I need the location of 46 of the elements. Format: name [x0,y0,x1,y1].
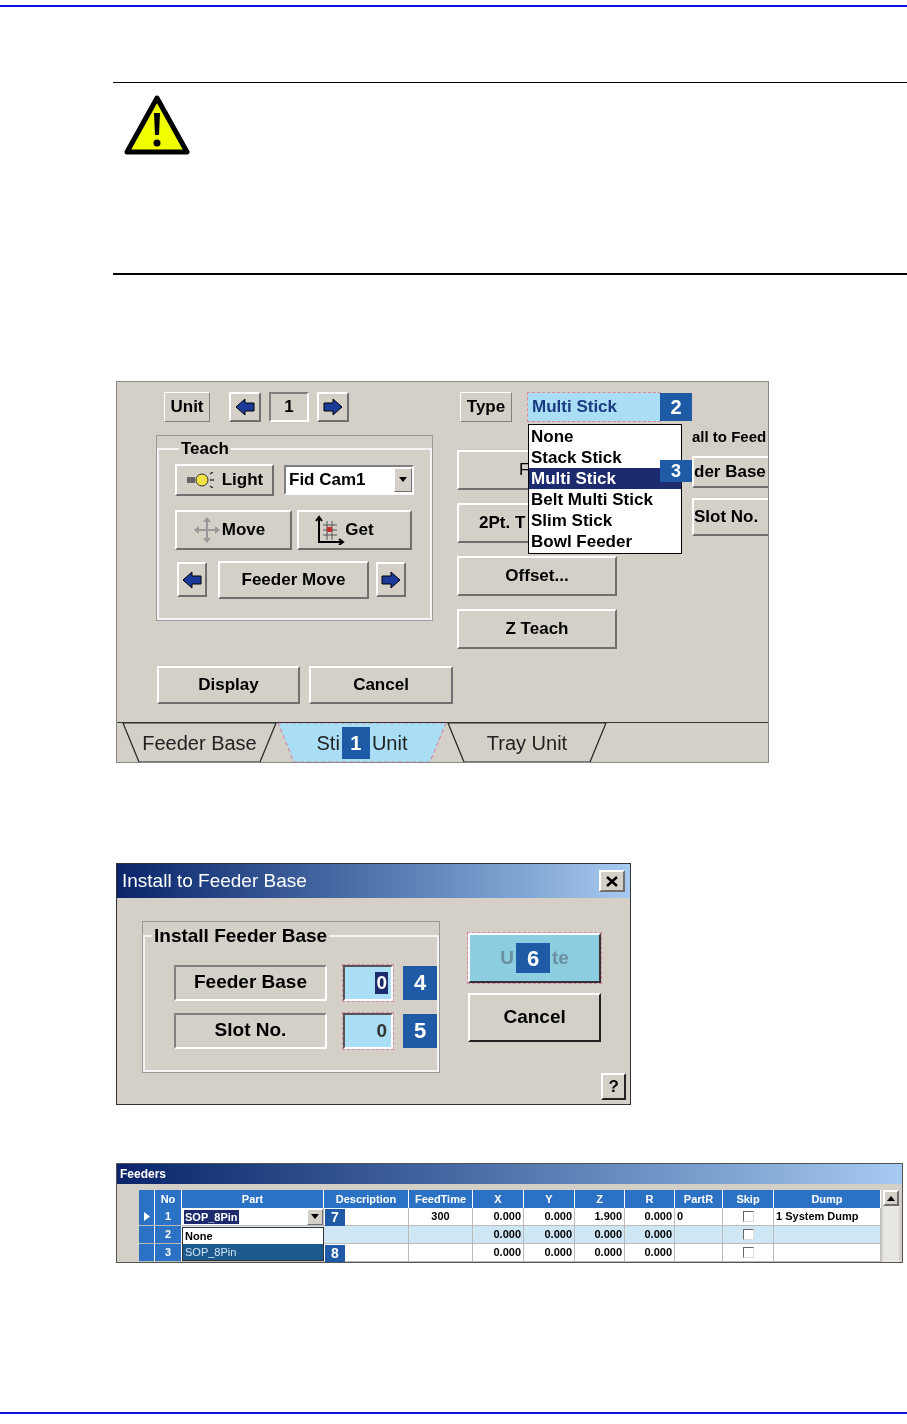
table-cell-text: 0.000 [644,1245,672,1261]
row-number: 3 [155,1244,182,1261]
column-header: No [155,1190,182,1208]
column-header: R [625,1190,675,1208]
column-header: Dump [774,1190,881,1208]
column-header: X [473,1190,524,1208]
group-title: Teach [180,438,230,460]
callout-number: 8 [325,1245,345,1262]
column-header: FeedTime [409,1190,473,1208]
table-cell-text: 0.000 [594,1227,622,1243]
table-cell-text: 0.000 [493,1245,521,1261]
group-title: Install Feeder Base [153,924,329,948]
window-title: Install to Feeder Base [122,868,307,893]
callout-number: 4 [403,965,437,1000]
table-cell-text: 0.000 [493,1227,521,1243]
panel-title: Feeders [120,1166,167,1183]
install-label: all to Feed [692,427,768,447]
table-cell-text: 0.000 [594,1245,622,1261]
table-cell-text: 1.900 [594,1209,622,1225]
table-cell-text: 0.000 [544,1227,572,1243]
callout-number: 1 [341,727,370,759]
column-header: Z [575,1190,625,1208]
column-header: Part [182,1190,324,1208]
unit-label: Unit [164,392,210,422]
column-header: Y [524,1190,575,1208]
table-cell-text: 1 System Dump [776,1209,859,1225]
table-cell-text: 0 [677,1209,684,1225]
callout-number: 5 [403,1013,437,1048]
callout-number: 7 [325,1209,345,1226]
column-header: Skip [723,1190,774,1208]
table-cell-text: 0.000 [493,1209,521,1225]
table-cell-text: 0.000 [644,1209,672,1225]
callout-number: 3 [660,460,692,482]
table-cell-text: 300 [431,1209,450,1225]
column-header: PartR [675,1190,723,1208]
field-label: Feeder Base [174,964,327,1001]
row-number: 2 [155,1226,182,1243]
column-header: Description [324,1190,409,1208]
callout-number: 2 [660,393,692,421]
row-number: 1 [155,1208,182,1225]
field-label: Slot No. [174,1012,327,1049]
table-cell-text: 0.000 [644,1227,672,1243]
type-label: Type [460,392,512,422]
table-cell-text: 0.000 [544,1245,572,1261]
table-cell-text: 0.000 [544,1209,572,1225]
callout-number: 6 [516,943,551,973]
